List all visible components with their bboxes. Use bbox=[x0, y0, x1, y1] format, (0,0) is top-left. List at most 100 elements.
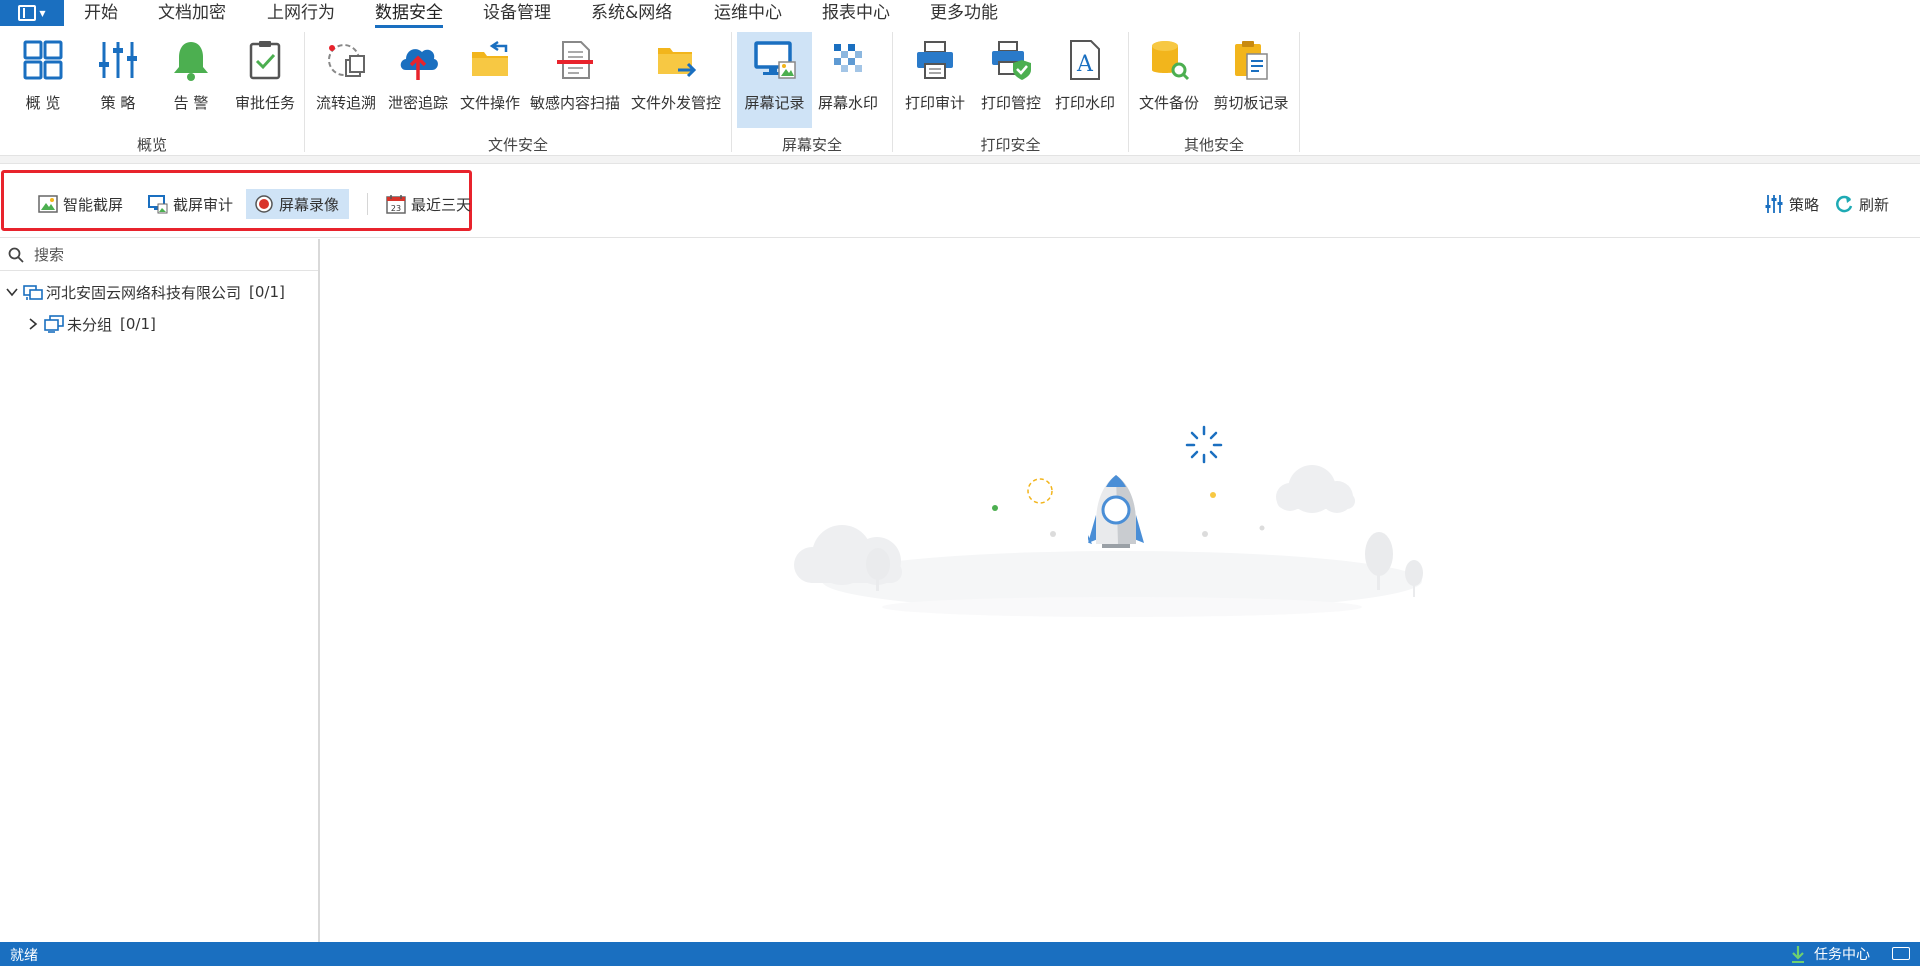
policy-button[interactable]: 策 略 bbox=[89, 32, 147, 128]
toolbar-separator bbox=[367, 193, 368, 215]
sliders-icon bbox=[1764, 194, 1784, 214]
strategy-button[interactable]: 策略 bbox=[1760, 189, 1823, 219]
tree-node-ungrouped-count: [0/1] bbox=[120, 315, 156, 333]
outbound-control-button[interactable]: 文件外发管控 bbox=[628, 32, 724, 128]
group-label-screen-security: 屏幕安全 bbox=[781, 136, 842, 154]
group-label-other-security: 其他安全 bbox=[1183, 136, 1244, 154]
tab-more-features[interactable]: 更多功能 bbox=[930, 2, 998, 24]
smart-screenshot-button[interactable]: 智能截屏 bbox=[30, 189, 133, 219]
clipboard-icon bbox=[1229, 38, 1273, 82]
policy-icon bbox=[96, 38, 140, 82]
tab-document-encryption[interactable]: 文档加密 bbox=[158, 2, 226, 24]
tab-start[interactable]: 开始 bbox=[84, 2, 118, 24]
watermark-icon bbox=[826, 38, 870, 82]
leak-tracking-label: 泄密追踪 bbox=[387, 94, 448, 112]
screenshot-audit-button[interactable]: 截屏审计 bbox=[140, 189, 243, 219]
group-label-print-security: 打印安全 bbox=[980, 136, 1041, 154]
print-watermark-label: 打印水印 bbox=[1054, 94, 1115, 112]
monitor-icon bbox=[753, 38, 797, 82]
main-content bbox=[322, 239, 1920, 942]
tree-node-company[interactable]: 河北安固云网络科技有限公司 [0/1] bbox=[0, 276, 318, 308]
trace-icon bbox=[324, 38, 368, 82]
file-operation-label: 文件操作 bbox=[459, 94, 520, 112]
record-icon bbox=[254, 194, 274, 214]
screen-recording-button[interactable]: 屏幕录像 bbox=[246, 189, 350, 219]
print-control-button[interactable]: 打印管控 bbox=[976, 32, 1046, 128]
file-operation-button[interactable]: 文件操作 bbox=[457, 32, 523, 128]
file-backup-button[interactable]: 文件备份 bbox=[1136, 32, 1202, 128]
refresh-label: 刷新 bbox=[1859, 195, 1890, 214]
printer-icon bbox=[913, 38, 957, 82]
status-bar: 就绪 任务中心 bbox=[0, 942, 1920, 966]
tab-report-center[interactable]: 报表中心 bbox=[822, 2, 890, 24]
keyboard-icon[interactable] bbox=[1892, 947, 1910, 960]
backup-icon bbox=[1147, 38, 1191, 82]
app-menu-button[interactable]: ▼ bbox=[0, 0, 64, 26]
bell-icon bbox=[169, 38, 213, 82]
task-center-button[interactable]: 任务中心 bbox=[1790, 944, 1870, 964]
screen-recording-label: 屏幕录像 bbox=[279, 195, 340, 214]
chevron-down-icon: ▼ bbox=[39, 8, 46, 18]
ribbon: 概 览 策 略 告 警 审批任务 概览 流转追溯 泄密追踪 文件操作 敏感内容扫… bbox=[0, 28, 1920, 156]
ribbon-divider bbox=[0, 156, 1920, 164]
tree-search bbox=[0, 239, 318, 271]
refresh-icon bbox=[1834, 194, 1854, 214]
cloud-upload-icon bbox=[396, 38, 440, 82]
alarm-label: 告 警 bbox=[173, 94, 209, 112]
overview-icon bbox=[21, 38, 65, 82]
last-three-days-button[interactable]: 23 最近三天 bbox=[378, 189, 481, 219]
clipboard-record-button[interactable]: 剪切板记录 bbox=[1210, 32, 1292, 128]
download-icon bbox=[1790, 945, 1806, 963]
approval-task-button[interactable]: 审批任务 bbox=[232, 32, 298, 128]
tree-node-ungrouped[interactable]: 未分组 [0/1] bbox=[0, 308, 318, 340]
print-audit-button[interactable]: 打印审计 bbox=[900, 32, 970, 128]
search-icon bbox=[8, 247, 24, 263]
clipboard-record-label: 剪切板记录 bbox=[1213, 94, 1289, 112]
overview-button[interactable]: 概 览 bbox=[14, 32, 72, 128]
screen-record-button[interactable]: 屏幕记录 bbox=[737, 32, 812, 128]
app-menu-icon bbox=[18, 5, 37, 21]
screen-record-label: 屏幕记录 bbox=[744, 94, 805, 112]
file-backup-label: 文件备份 bbox=[1138, 94, 1199, 112]
tab-ops-center[interactable]: 运维中心 bbox=[714, 2, 782, 24]
printer-shield-icon bbox=[989, 38, 1033, 82]
sub-toolbar: 智能截屏 截屏审计 屏幕录像 23 最近三天 策略 刷新 bbox=[0, 165, 1920, 238]
chevron-down-icon[interactable] bbox=[5, 285, 19, 299]
approval-icon bbox=[243, 38, 287, 82]
outbound-control-label: 文件外发管控 bbox=[630, 94, 721, 112]
group-label-file-security: 文件安全 bbox=[487, 136, 548, 154]
sensitive-scan-label: 敏感内容扫描 bbox=[529, 94, 620, 112]
policy-label: 策 略 bbox=[100, 94, 136, 112]
status-text: 就绪 bbox=[10, 948, 38, 964]
refresh-button[interactable]: 刷新 bbox=[1830, 189, 1893, 219]
computer-group-icon bbox=[44, 315, 64, 333]
folder-send-icon bbox=[654, 38, 698, 82]
print-watermark-button[interactable]: A 打印水印 bbox=[1052, 32, 1118, 128]
menu-bar: ▼ 开始 文档加密 上网行为 数据安全 设备管理 系统&网络 运维中心 报表中心… bbox=[0, 0, 1920, 28]
svg-text:A: A bbox=[1076, 52, 1094, 77]
picture-icon bbox=[38, 194, 58, 214]
group-separator bbox=[1299, 32, 1300, 152]
screenshot-audit-label: 截屏审计 bbox=[173, 195, 234, 214]
search-input[interactable] bbox=[34, 245, 304, 264]
last-three-days-label: 最近三天 bbox=[411, 195, 472, 214]
trace-button[interactable]: 流转追溯 bbox=[313, 32, 379, 128]
chevron-right-icon[interactable] bbox=[26, 317, 40, 331]
approval-task-label: 审批任务 bbox=[234, 94, 295, 112]
tab-data-security[interactable]: 数据安全 bbox=[375, 2, 443, 28]
screen-audit-icon bbox=[148, 194, 168, 214]
tab-device-management[interactable]: 设备管理 bbox=[483, 2, 551, 24]
screen-watermark-button[interactable]: 屏幕水印 bbox=[815, 32, 881, 128]
strategy-label: 策略 bbox=[1789, 195, 1820, 214]
print-watermark-icon: A bbox=[1063, 38, 1107, 82]
trace-label: 流转追溯 bbox=[315, 94, 376, 112]
sensitive-scan-button[interactable]: 敏感内容扫描 bbox=[529, 32, 621, 128]
task-center-label: 任务中心 bbox=[1814, 947, 1870, 963]
leak-tracking-button[interactable]: 泄密追踪 bbox=[385, 32, 451, 128]
print-audit-label: 打印审计 bbox=[904, 94, 965, 112]
tab-internet-behavior[interactable]: 上网行为 bbox=[267, 2, 335, 24]
device-tree-panel: 河北安固云网络科技有限公司 [0/1] 未分组 [0/1] bbox=[0, 239, 320, 942]
tab-system-network[interactable]: 系统&网络 bbox=[591, 2, 672, 24]
alarm-button[interactable]: 告 警 bbox=[162, 32, 220, 128]
smart-screenshot-label: 智能截屏 bbox=[63, 195, 124, 214]
